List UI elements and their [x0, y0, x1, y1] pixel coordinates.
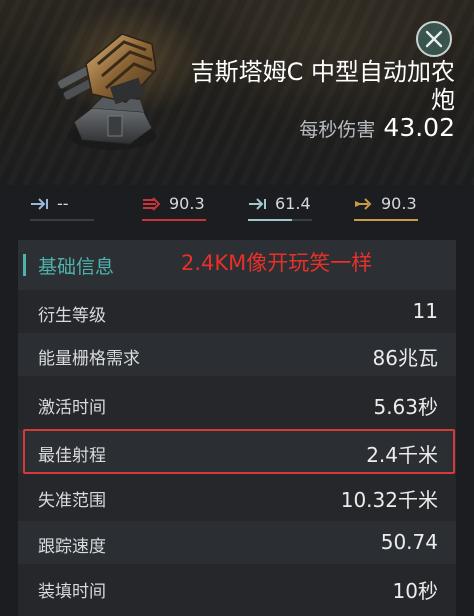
attribute-label: 衍生等级 — [38, 306, 106, 326]
attribute-value: 50.74 — [380, 530, 438, 554]
attribute-value: 11 — [412, 299, 438, 323]
attribute-label: 装填时间 — [38, 582, 106, 602]
attribute-label: 跟踪速度 — [38, 537, 106, 557]
attribute-row: 失准范围 10.32千米 — [18, 475, 456, 518]
section-header[interactable]: 基础信息 2.4KM像开玩笑一样 — [18, 240, 456, 290]
damage-explosive-fill — [354, 219, 418, 221]
attributes-panel: 基础信息 2.4KM像开玩笑一样 衍生等级 11 能量栅格需求 86兆瓦 激活时… — [18, 240, 456, 616]
damage-kinetic-fill — [248, 219, 292, 221]
attribute-value: 10秒 — [392, 579, 438, 603]
attribute-row: 激活时间 5.63秒 — [18, 382, 456, 425]
dps-label: 每秒伤害 — [299, 119, 376, 141]
attribute-label: 激活时间 — [38, 398, 106, 418]
attribute-value: 5.63秒 — [373, 395, 438, 419]
em-damage-icon — [31, 198, 48, 210]
explosive-damage-icon — [355, 198, 372, 210]
damage-em-value: -- — [57, 194, 69, 213]
dps-row: 每秒伤害 43.02 — [299, 113, 455, 142]
damage-thermal-fill — [142, 219, 206, 221]
attribute-label: 能量栅格需求 — [38, 349, 140, 369]
damage-profile: -- 90.3 61.4 90.3 — [30, 193, 440, 223]
item-header: 吉斯塔姆C 中型自动加农炮 每秒伤害 43.02 — [0, 0, 474, 185]
attribute-row: 跟踪速度 50.74 — [18, 521, 456, 564]
item-title: 吉斯塔姆C 中型自动加农炮 — [190, 58, 455, 114]
close-button[interactable] — [416, 21, 452, 57]
thermal-damage-icon — [143, 197, 161, 211]
attribute-row: 装填时间 10秒 — [18, 566, 456, 609]
kinetic-damage-icon — [249, 198, 266, 210]
section-title: 基础信息 — [38, 256, 115, 278]
dps-value: 43.02 — [383, 113, 455, 142]
attribute-label: 失准范围 — [38, 491, 106, 511]
damage-thermal-value: 90.3 — [169, 194, 205, 213]
attribute-value: 86兆瓦 — [372, 346, 438, 370]
attribute-value: 10.32千米 — [340, 488, 438, 512]
damage-kinetic-value: 61.4 — [275, 194, 311, 213]
section-accent-bar — [23, 254, 26, 276]
attribute-row: 最佳射程 2.4千米 — [18, 430, 456, 473]
annotation-text: 2.4KM像开玩笑一样 — [181, 251, 373, 275]
close-icon — [425, 30, 443, 48]
attribute-label: 最佳射程 — [38, 446, 106, 466]
attribute-row: 衍生等级 11 — [18, 290, 456, 333]
attribute-value: 2.4千米 — [366, 443, 438, 467]
turret-image — [57, 33, 157, 150]
damage-explosive-value: 90.3 — [381, 194, 417, 213]
attribute-row: 能量栅格需求 86兆瓦 — [18, 333, 456, 376]
